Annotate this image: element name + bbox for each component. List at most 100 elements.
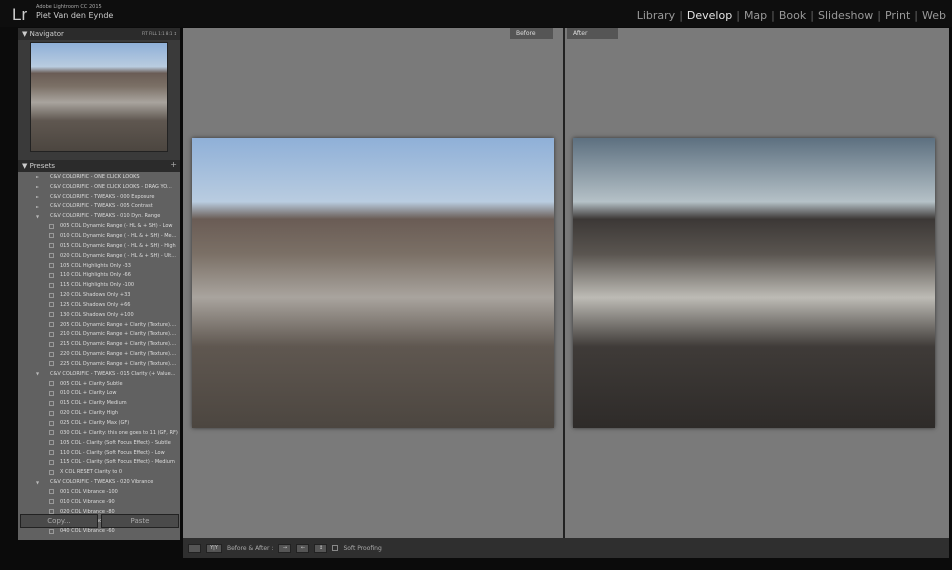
preset-item[interactable]: 010 COL Dynamic Range ( - HL & + SH) - M… (18, 231, 180, 241)
module-develop[interactable]: Develop (683, 9, 736, 22)
preset-item[interactable]: 001 COL Vibrance -100 (18, 487, 180, 497)
copy-before-to-after-icon[interactable]: → (278, 543, 292, 553)
preset-label: C&V COLORIFIC - ONE CLICK LOOKS (50, 173, 140, 180)
preset-item[interactable]: 105 COL Highlights Only -33 (18, 261, 180, 271)
preset-label: 225 COL Dynamic Range + Clarity (Texture… (60, 360, 177, 367)
preset-label: C&V COLORIFIC - ONE CLICK LOOKS - DRAG Y… (50, 183, 172, 190)
preset-icon (49, 361, 54, 367)
navigator-thumbnail[interactable] (30, 42, 168, 152)
navigator-header[interactable]: ▼ Navigator FIT FILL 1:1 8:1 ↕ (18, 28, 180, 40)
preset-icon (49, 253, 54, 259)
preset-item[interactable]: 020 COL + Clarity High (18, 408, 180, 418)
preset-label: C&V COLORIFIC - TWEAKS - 010 Dyn. Range (50, 213, 161, 220)
soft-proofing-checkbox[interactable] (332, 545, 339, 551)
preset-folder[interactable]: ▼ C&V COLORIFIC - TWEAKS - 010 Dyn. Range (18, 211, 180, 221)
preset-label: 020 COL Dynamic Range ( - HL & + SH) - U… (60, 252, 176, 259)
preset-icon (49, 440, 54, 446)
preset-label: 001 COL Vibrance -100 (60, 488, 118, 495)
preset-folder[interactable]: ▼ C&V COLORIFIC - TWEAKS - 015 Clarity (+… (18, 369, 180, 379)
preset-icon (49, 312, 54, 318)
preset-item[interactable]: 005 COL + Clarity Subtle (18, 379, 180, 389)
preset-item[interactable]: 220 COL Dynamic Range + Clarity (Texture… (18, 349, 180, 359)
preset-item[interactable]: 110 COL Highlights Only -66 (18, 270, 180, 280)
preset-icon (49, 489, 54, 495)
preset-item[interactable]: 105 COL - Clarity (Soft Focus Effect) - … (18, 438, 180, 448)
lightroom-logo: Lr (12, 5, 28, 24)
before-photo[interactable] (192, 138, 554, 428)
preset-label: 210 COL Dynamic Range + Clarity (Texture… (60, 331, 177, 338)
module-map[interactable]: Map (740, 9, 771, 22)
before-label: Before (510, 28, 553, 39)
preset-item[interactable]: 015 COL + Clarity Medium (18, 398, 180, 408)
preset-label: 005 COL + Clarity Subtle (60, 380, 123, 387)
preset-folder[interactable]: ► C&V COLORIFIC - ONE CLICK LOOKS (18, 172, 180, 182)
module-slideshow[interactable]: Slideshow (814, 9, 877, 22)
paste-button[interactable]: Paste (101, 514, 179, 528)
preset-label: 105 COL - Clarity (Soft Focus Effect) - … (60, 439, 171, 446)
before-after-view-button[interactable]: Y|Y (206, 543, 222, 553)
preset-item[interactable]: 010 COL + Clarity Low (18, 389, 180, 399)
after-photo[interactable] (573, 138, 935, 428)
preset-item[interactable]: 030 COL + Clarity: this one goes to 11 (… (18, 428, 180, 438)
presets-list: ► C&V COLORIFIC - ONE CLICK LOOKS ► C&V COL… (18, 172, 180, 540)
preset-item[interactable]: 125 COL Shadows Only +66 (18, 300, 180, 310)
preset-icon (49, 341, 54, 347)
module-print[interactable]: Print (881, 9, 914, 22)
preset-label: 015 COL Dynamic Range ( - HL & + SH) - H… (60, 242, 176, 249)
preset-icon (49, 292, 54, 298)
preset-label: X COL RESET Clarity to 0 (60, 469, 123, 476)
preset-label: 020 COL + Clarity High (60, 410, 119, 417)
preset-item[interactable]: 115 COL - Clarity (Soft Focus Effect) - … (18, 457, 180, 467)
preset-item[interactable]: 205 COL Dynamic Range + Clarity (Texture… (18, 320, 180, 330)
preset-item[interactable]: 005 COL Dynamic Range (- HL & + SH) - Lo… (18, 221, 180, 231)
preset-item[interactable]: 215 COL Dynamic Range + Clarity (Texture… (18, 339, 180, 349)
module-web[interactable]: Web (918, 9, 950, 22)
preset-folder[interactable]: ► C&V COLORIFIC - ONE CLICK LOOKS - DRAG … (18, 182, 180, 192)
preset-folder[interactable]: ► C&V COLORIFIC - TWEAKS - 005 Contrast (18, 202, 180, 212)
preset-icon (49, 282, 54, 288)
copy-button[interactable]: Copy... (20, 514, 98, 528)
preset-label: C&V COLORIFIC - TWEAKS - 000 Exposure (50, 193, 155, 200)
preset-icon (49, 233, 54, 239)
app-product: Adobe Lightroom CC 2015 (36, 4, 102, 10)
preset-item[interactable]: 015 COL Dynamic Range ( - HL & + SH) - H… (18, 241, 180, 251)
preset-item[interactable]: 025 COL + Clarity Max (GF) (18, 418, 180, 428)
presets-header[interactable]: ▼ Presets + (18, 160, 180, 172)
expanded-triangle-icon: ▼ (36, 213, 40, 219)
preset-label: 115 COL Highlights Only -100 (60, 282, 135, 289)
preset-folder[interactable]: ▼ C&V COLORIFIC - TWEAKS - 020 Vibrance (18, 477, 180, 487)
add-preset-button[interactable]: + (170, 160, 177, 169)
preset-icon (49, 400, 54, 406)
preset-icon (49, 420, 54, 426)
preset-item[interactable]: X COL RESET Clarity to 0 (18, 467, 180, 477)
preset-label: 015 COL + Clarity Medium (60, 400, 127, 407)
preset-label: 110 COL - Clarity (Soft Focus Effect) - … (60, 449, 165, 456)
preset-icon (49, 263, 54, 269)
preset-icon (49, 223, 54, 229)
preset-item[interactable]: 110 COL - Clarity (Soft Focus Effect) - … (18, 448, 180, 458)
presets-title: Presets (29, 162, 56, 170)
preset-item[interactable]: 130 COL Shadows Only +100 (18, 310, 180, 320)
preset-label: 220 COL Dynamic Range + Clarity (Texture… (60, 351, 177, 358)
preset-label: 205 COL Dynamic Range + Clarity (Texture… (60, 321, 177, 328)
navigator-zoom-options[interactable]: FIT FILL 1:1 8:1 ↕ (142, 31, 177, 36)
copy-after-to-before-icon[interactable]: ← (296, 543, 310, 553)
preset-label: 215 COL Dynamic Range + Clarity (Texture… (60, 341, 177, 348)
preset-item[interactable]: 115 COL Highlights Only -100 (18, 280, 180, 290)
preset-item[interactable]: 010 COL Vibrance -90 (18, 497, 180, 507)
module-library[interactable]: Library (633, 9, 679, 22)
swap-icon[interactable]: ↕ (314, 543, 328, 553)
preset-item[interactable]: 020 COL Dynamic Range ( - HL & + SH) - U… (18, 251, 180, 261)
module-picker: Library | Develop | Map | Book | Slideshow | Print… (633, 9, 950, 22)
preset-icon (49, 243, 54, 249)
loupe-view-button[interactable] (188, 543, 201, 553)
expanded-triangle-icon: ▼ (36, 371, 40, 377)
preset-folder[interactable]: ► C&V COLORIFIC - TWEAKS - 000 Exposure (18, 192, 180, 202)
preset-label: 005 COL Dynamic Range (- HL & + SH) - Lo… (60, 223, 173, 230)
preset-item[interactable]: 210 COL Dynamic Range + Clarity (Texture… (18, 330, 180, 340)
preset-item[interactable]: 120 COL Shadows Only +33 (18, 290, 180, 300)
preset-item[interactable]: 225 COL Dynamic Range + Clarity (Texture… (18, 359, 180, 369)
preset-label: 110 COL Highlights Only -66 (60, 272, 131, 279)
preset-label: 115 COL - Clarity (Soft Focus Effect) - … (60, 459, 175, 466)
module-book[interactable]: Book (775, 9, 810, 22)
